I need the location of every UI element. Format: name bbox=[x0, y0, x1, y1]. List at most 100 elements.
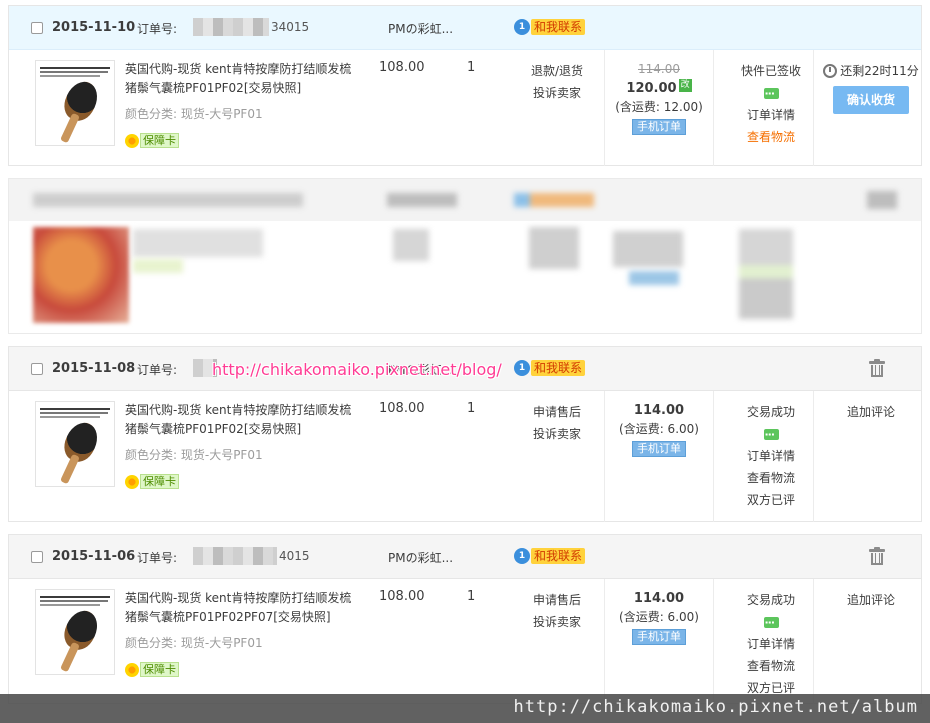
unit-price: 108.00 bbox=[379, 589, 425, 604]
column-divider bbox=[813, 391, 814, 522]
view-logistics-link[interactable]: 查看物流 bbox=[721, 126, 821, 148]
both-reviewed-link[interactable]: 双方已评 bbox=[721, 489, 821, 511]
guarantee-card-badge[interactable]: 保障卡 bbox=[125, 133, 179, 148]
contact-seller-label: 和我联系 bbox=[531, 360, 586, 376]
order-number-label: 订单号: bbox=[137, 363, 178, 377]
order-checkbox[interactable] bbox=[31, 551, 43, 563]
order-header: 2015-11-10 订单号: 34015 PMの彩虹... 1 和我联系 bbox=[9, 6, 921, 50]
order-card: 2015-11-10 订单号: 34015 PMの彩虹... 1 和我联系 英国… bbox=[8, 5, 922, 166]
order-number: 34015 bbox=[271, 20, 310, 34]
after-sales-link[interactable]: 申请售后 bbox=[517, 401, 597, 423]
order-checkbox[interactable] bbox=[31, 22, 43, 34]
chat-bubble-icon: 1 bbox=[514, 360, 530, 376]
delete-order-trash-icon[interactable] bbox=[869, 547, 885, 565]
confirm-receipt-button[interactable]: 确认收货 bbox=[833, 86, 909, 114]
shop-name-link[interactable]: PMの彩虹... bbox=[388, 549, 453, 566]
status-text: 快件已签收 bbox=[740, 64, 801, 78]
unit-price: 108.00 bbox=[379, 401, 425, 416]
paid-total: 114.00 bbox=[633, 591, 685, 606]
view-logistics-link[interactable]: 查看物流 bbox=[721, 655, 821, 677]
status-text: 交易成功 bbox=[746, 405, 795, 419]
payment-info: 114.00 (含运费: 6.00) 手机订单 bbox=[605, 401, 713, 458]
column-divider bbox=[713, 50, 714, 166]
paid-total: 114.00 bbox=[633, 403, 685, 418]
guarantee-card-badge[interactable]: 保障卡 bbox=[125, 474, 179, 489]
column-divider bbox=[713, 579, 714, 704]
refund-return-link[interactable]: 退款/退货 bbox=[517, 60, 597, 82]
view-logistics-link[interactable]: 查看物流 bbox=[721, 467, 821, 489]
order-action: 追加评论 bbox=[821, 589, 921, 611]
flower-icon bbox=[125, 133, 139, 148]
chat-icon[interactable] bbox=[763, 83, 779, 105]
chat-bubble-icon: 1 bbox=[514, 548, 530, 564]
clock-icon bbox=[823, 64, 838, 78]
order-operations: 退款/退货 投诉卖家 bbox=[517, 60, 597, 104]
remaining-time-text: 还剩22时11分 bbox=[840, 64, 919, 78]
guarantee-label: 保障卡 bbox=[140, 474, 179, 489]
shipping-fee: (含运费: 6.00) bbox=[619, 422, 699, 436]
complain-seller-link[interactable]: 投诉卖家 bbox=[517, 423, 597, 445]
add-review-link[interactable]: 追加评论 bbox=[821, 401, 921, 423]
order-number-redacted bbox=[193, 547, 277, 565]
product-sku: 颜色分类: 现货-大号PF01 bbox=[125, 107, 263, 121]
shop-name-link[interactable]: PMの彩虹... bbox=[388, 20, 453, 37]
order-number: 4015 bbox=[279, 549, 310, 563]
shipping-fee: (含运费: 12.00) bbox=[615, 100, 703, 114]
status-text: 交易成功 bbox=[746, 593, 795, 607]
product-title-link[interactable]: 英国代购-现货 kent肯特按摩防打结顺发梳猪鬃气囊梳PF01PF02[交易快照… bbox=[125, 401, 355, 439]
order-checkbox[interactable] bbox=[31, 363, 43, 375]
payment-info: 114.00 (含运费: 6.00) 手机订单 bbox=[605, 589, 713, 646]
contact-seller-button[interactable]: 1 和我联系 bbox=[514, 358, 586, 378]
guarantee-label: 保障卡 bbox=[140, 662, 179, 677]
quantity: 1 bbox=[467, 401, 476, 416]
column-divider bbox=[813, 579, 814, 704]
mobile-order-tag: 手机订单 bbox=[632, 441, 686, 457]
product-thumbnail[interactable] bbox=[35, 60, 115, 146]
order-action: 还剩22时11分 确认收货 bbox=[821, 60, 921, 114]
delete-order-trash-icon[interactable] bbox=[869, 359, 885, 377]
flower-icon bbox=[125, 662, 139, 677]
price-edited-icon: 改 bbox=[678, 79, 692, 92]
quantity: 1 bbox=[467, 60, 476, 75]
chat-icon[interactable] bbox=[763, 424, 779, 446]
product-sku: 颜色分类: 现货-大号PF01 bbox=[125, 636, 263, 650]
contact-seller-button[interactable]: 1 和我联系 bbox=[514, 546, 586, 566]
contact-seller-button[interactable]: 1 和我联系 bbox=[514, 17, 586, 37]
contact-seller-label: 和我联系 bbox=[531, 19, 586, 35]
order-details-link[interactable]: 订单详情 bbox=[721, 104, 821, 126]
blog-watermark: http://chikakomaiko.pixnet.net/blog/ bbox=[212, 360, 502, 379]
order-number-redacted bbox=[193, 18, 269, 36]
product-thumbnail[interactable] bbox=[35, 589, 115, 675]
order-number-label: 订单号: bbox=[137, 22, 178, 36]
after-sales-link[interactable]: 申请售后 bbox=[517, 589, 597, 611]
order-number-label: 订单号: bbox=[137, 551, 178, 565]
complain-seller-link[interactable]: 投诉卖家 bbox=[517, 82, 597, 104]
quantity: 1 bbox=[467, 589, 476, 604]
payment-info: 114.00 120.00 改 (含运费: 12.00) 手机订单 bbox=[605, 60, 713, 136]
product-title-link[interactable]: 英国代购-现货 kent肯特按摩防打结顺发梳猪鬃气囊梳PF01PF02PF07[… bbox=[125, 589, 355, 627]
unit-price: 108.00 bbox=[379, 60, 425, 75]
column-divider bbox=[813, 50, 814, 166]
add-review-link[interactable]: 追加评论 bbox=[821, 589, 921, 611]
product-sku: 颜色分类: 现货-大号PF01 bbox=[125, 448, 263, 462]
order-action: 追加评论 bbox=[821, 401, 921, 423]
order-status: 交易成功 订单详情 查看物流 双方已评 bbox=[721, 589, 821, 699]
guarantee-card-badge[interactable]: 保障卡 bbox=[125, 662, 179, 677]
flower-icon bbox=[125, 474, 139, 489]
order-date: 2015-11-08 bbox=[52, 361, 136, 376]
chat-icon[interactable] bbox=[763, 612, 779, 634]
order-card: 2015-11-06 订单号: 4015 PMの彩虹... 1 和我联系 英国代… bbox=[8, 534, 922, 704]
order-details-link[interactable]: 订单详情 bbox=[721, 445, 821, 467]
product-thumbnail[interactable] bbox=[35, 401, 115, 487]
order-body: 英国代购-现货 kent肯特按摩防打结顺发梳猪鬃气囊梳PF01PF02PF07[… bbox=[9, 579, 921, 704]
mobile-order-tag: 手机订单 bbox=[632, 629, 686, 645]
order-details-link[interactable]: 订单详情 bbox=[721, 633, 821, 655]
paid-total: 120.00 bbox=[626, 81, 677, 96]
guarantee-label: 保障卡 bbox=[140, 133, 179, 148]
chat-bubble-icon: 1 bbox=[514, 19, 530, 35]
redacted-order-card bbox=[8, 178, 922, 334]
order-operations: 申请售后 投诉卖家 bbox=[517, 589, 597, 633]
order-status: 快件已签收 订单详情 查看物流 bbox=[721, 60, 821, 148]
product-title-link[interactable]: 英国代购-现货 kent肯特按摩防打结顺发梳猪鬃气囊梳PF01PF02[交易快照… bbox=[125, 60, 355, 98]
complain-seller-link[interactable]: 投诉卖家 bbox=[517, 611, 597, 633]
